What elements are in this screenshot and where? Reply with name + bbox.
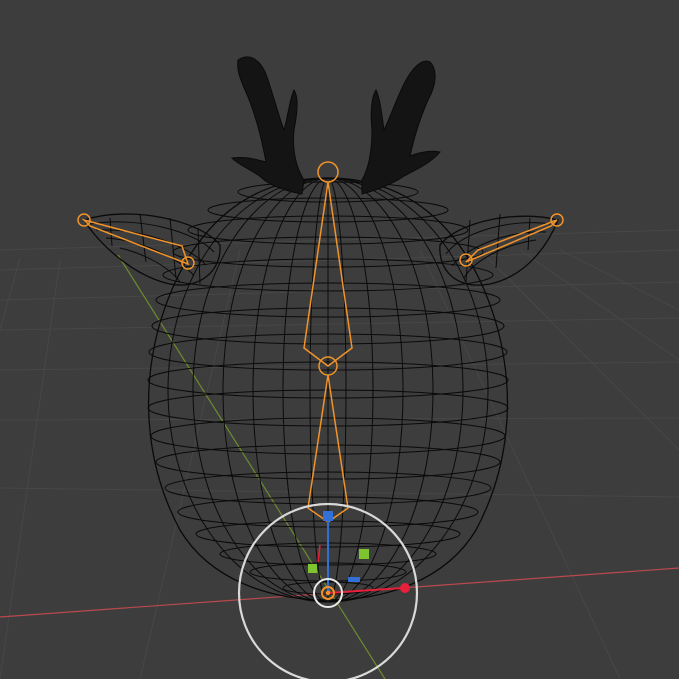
gizmo-x-handle[interactable] [400,583,410,593]
pivot-dot [325,590,331,596]
gizmo-xy-plane-handle[interactable] [308,564,317,573]
gizmo-y-plane-handle[interactable] [359,549,369,559]
gizmo-y-axis-tick [317,544,321,563]
ear-bone-right [465,219,558,263]
right-antler[interactable] [361,60,441,195]
left-antler[interactable] [230,56,305,195]
gizmo-z-handle[interactable] [323,511,333,521]
gizmo-x-axis[interactable] [327,587,404,594]
gizmo-xz-plane-handle[interactable] [348,577,360,582]
3d-viewport[interactable] [0,0,679,679]
